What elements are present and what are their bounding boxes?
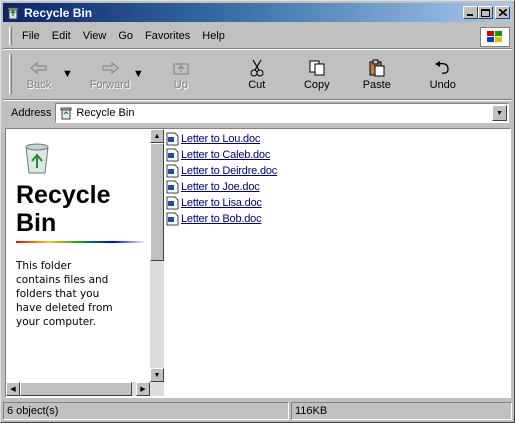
recycle-bin-large-icon [25,143,49,174]
menu-file[interactable]: File [16,30,46,42]
scroll-down-button[interactable]: ▼ [150,368,164,382]
address-dropdown-button[interactable]: ▼ [492,105,507,121]
word-document-icon [166,164,179,178]
word-document-icon [166,132,179,146]
status-size: 116KB [291,402,512,420]
triangle-right-icon: ▶ [140,386,146,393]
web-view-pane: Recycle Bin This folder contains files a… [6,129,150,382]
standard-toolbar: Back ▼ Forward ▼ Up Cut Copy Paste Undo [5,51,511,97]
title-bar[interactable]: Recycle Bin [3,3,512,22]
address-value: Recycle Bin [76,107,135,119]
window-title: Recycle Bin [24,5,93,20]
minimize-button[interactable] [463,6,478,19]
windows-logo-icon [487,31,502,42]
menu-help[interactable]: Help [196,30,231,42]
recycle-bin-small-icon [60,107,72,120]
list-item[interactable]: Letter to Deirdre.doc [166,163,506,179]
forward-arrow-icon [102,61,119,75]
address-label: Address [11,107,52,119]
explorer-window: Recycle Bin File Edit View Go Favorites … [0,0,515,423]
word-document-icon [166,212,179,226]
file-name: Letter to Joe.doc [181,181,260,193]
scroll-up-button[interactable]: ▲ [150,129,164,143]
chevron-down-icon: ▼ [496,109,503,117]
recycle-bin-icon [7,7,19,19]
undo-button[interactable]: Undo [420,53,466,95]
menu-separator [3,48,512,50]
paste-button[interactable]: Paste [354,53,400,95]
scroll-left-button[interactable]: ◀ [6,382,20,396]
up-label: Up [173,79,188,91]
folder-view: Recycle Bin This folder contains files a… [5,128,511,398]
toolbar-grip[interactable] [9,54,12,94]
list-item[interactable]: Letter to Lisa.doc [166,195,506,211]
file-list: Letter to Lou.doc Letter to Caleb.doc Le… [166,131,506,227]
copy-label: Copy [303,79,330,91]
cut-button[interactable]: Cut [234,53,280,95]
forward-label: Forward [89,79,131,91]
paste-label: Paste [362,79,391,91]
up-button[interactable]: Up [158,53,204,95]
scroll-thumb[interactable] [150,143,164,261]
pane-title-line2: Bin [16,209,57,237]
toolbar-separator [3,99,512,101]
menu-bar: File Edit View Go Favorites Help [5,25,511,47]
triangle-down-icon: ▼ [153,371,161,379]
list-item[interactable]: Letter to Joe.doc [166,179,506,195]
back-arrow-icon [30,61,47,75]
list-item[interactable]: Letter to Caleb.doc [166,147,506,163]
close-button[interactable] [495,6,510,19]
pane-horizontal-scrollbar[interactable]: ◀ ▶ [6,382,164,396]
back-label: Back [26,79,52,91]
pane-vertical-scrollbar[interactable]: ▲ ▼ [150,129,164,382]
word-document-icon [166,148,179,162]
menu-view[interactable]: View [77,30,113,42]
menu-favorites[interactable]: Favorites [139,30,196,42]
windows-logo-throbber [480,27,510,47]
pane-description: This folder contains files and folders t… [16,260,113,328]
maximize-button[interactable] [478,6,493,19]
list-item[interactable]: Letter to Lou.doc [166,131,506,147]
forward-button[interactable]: Forward [87,53,133,95]
file-name: Letter to Caleb.doc [181,149,271,161]
menu-grip[interactable] [9,27,12,45]
file-name: Letter to Deirdre.doc [181,165,278,177]
copy-button[interactable]: Copy [294,53,340,95]
hscroll-thumb[interactable] [20,382,132,396]
pane-title: Recycle Bin [16,181,148,237]
triangle-up-icon: ▲ [153,132,161,140]
file-name: Letter to Lisa.doc [181,197,262,209]
status-bar: 6 object(s) 116KB [3,401,512,421]
rainbow-divider [16,241,146,243]
undo-icon [434,61,449,74]
copy-icon [309,60,325,76]
menu-edit[interactable]: Edit [46,30,77,42]
cut-label: Cut [248,79,266,91]
scroll-right-button[interactable]: ▶ [136,382,150,396]
scissors-icon [250,59,264,77]
undo-label: Undo [429,79,456,91]
back-dropdown-icon[interactable]: ▼ [62,68,73,80]
menu-go[interactable]: Go [112,30,139,42]
back-button[interactable]: Back [16,53,62,95]
maximize-icon [481,8,490,17]
address-field[interactable]: Recycle Bin ▼ [55,103,509,123]
close-icon [498,9,507,16]
pane-title-line1: Recycle [16,181,111,209]
triangle-left-icon: ◀ [10,386,16,393]
file-name: Letter to Lou.doc [181,133,261,145]
paste-icon [369,59,385,77]
list-item[interactable]: Letter to Bob.doc [166,211,506,227]
word-document-icon [166,196,179,210]
status-object-count: 6 object(s) [3,402,289,420]
folder-up-icon [173,63,189,75]
file-name: Letter to Bob.doc [181,213,262,225]
minimize-icon [467,14,473,16]
address-bar: Address Recycle Bin ▼ [5,102,511,124]
word-document-icon [166,180,179,194]
forward-dropdown-icon[interactable]: ▼ [133,68,144,80]
